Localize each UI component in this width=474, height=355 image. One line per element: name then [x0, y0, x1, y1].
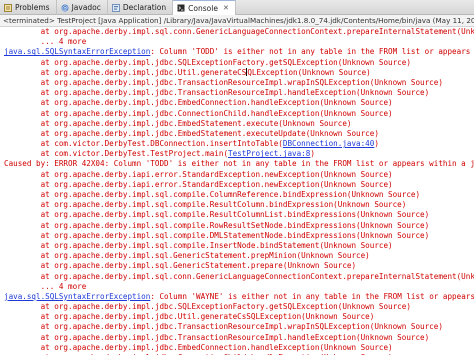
console-process-label: <terminated> TestProject [Java Applicati…	[0, 15, 474, 27]
console-text: at org.apache.derby.impl.sql.compile.Ins…	[4, 240, 393, 250]
console-text: : Column 'WAYNE' is either not in any ta…	[150, 291, 474, 301]
console-text: at org.apache.derby.impl.jdbc.EmbedState…	[4, 128, 379, 138]
console-line: at org.apache.derby.impl.jdbc.EmbedConne…	[0, 98, 474, 108]
console-output[interactable]: at org.apache.derby.impl.sql.conn.Generi…	[0, 27, 474, 355]
console-line: at org.apache.derby.iapi.error.StandardE…	[0, 170, 474, 180]
close-icon[interactable]: ✕	[223, 4, 229, 12]
console-text: at org.apache.derby.impl.sql.compile.Row…	[4, 220, 430, 230]
console-line: at org.apache.derby.impl.jdbc.Connection…	[0, 109, 474, 119]
console-text: Caused by: ERROR 42X04: Column 'TODD' is…	[4, 159, 474, 169]
console-text: at org.apache.derby.impl.jdbc.Connection…	[4, 108, 393, 118]
tab-javadoc-label: Javadoc	[71, 3, 101, 12]
console-text: at org.apache.derby.impl.jdbc.Transactio…	[4, 88, 430, 98]
console-line: at org.apache.derby.impl.sql.compile.Res…	[0, 200, 474, 210]
console-text: at org.apache.derby.impl.sql.compile.Col…	[4, 190, 421, 199]
console-line: at org.apache.derby.impl.sql.conn.Generi…	[0, 272, 474, 282]
console-line: at org.apache.derby.impl.sql.compile.Res…	[0, 210, 474, 220]
console-line: at org.apache.derby.impl.jdbc.Util.gener…	[0, 67, 474, 78]
console-icon	[177, 4, 185, 12]
console-text: : Column 'TODD' is either not in any tab…	[150, 47, 474, 57]
console-line: at org.apache.derby.impl.sql.conn.Generi…	[0, 27, 474, 37]
console-text: at org.apache.derby.impl.jdbc.SQLExcepti…	[4, 302, 411, 312]
stack-trace-link[interactable]: DBConnection.java:40	[283, 139, 374, 148]
console-line: at org.apache.derby.iapi.error.StandardE…	[0, 180, 474, 190]
console-text: at org.apache.derby.impl.sql.compile.Res…	[4, 200, 407, 210]
tab-problems-label: Problems	[15, 3, 50, 12]
console-text: at com.victor.DerbyTest.DBConnection.ins…	[4, 139, 283, 149]
console-text: at org.apache.derby.impl.jdbc.Transactio…	[4, 77, 443, 87]
stack-trace-link[interactable]: java.sql.SQLSyntaxErrorException	[4, 292, 150, 301]
console-line: at org.apache.derby.impl.jdbc.EmbedState…	[0, 119, 474, 129]
console-line: ... 4 more	[0, 282, 474, 292]
console-line: java.sql.SQLSyntaxErrorException: Column…	[0, 292, 474, 302]
view-tab-bar: Problems @ Javadoc Declaration Console ✕	[0, 0, 474, 15]
console-line: at com.victor.DerbyTest.DBConnection.ins…	[0, 139, 474, 149]
console-line: at org.apache.derby.impl.jdbc.Util.gener…	[0, 312, 474, 322]
console-text: at org.apache.derby.impl.jdbc.Util.gener…	[4, 67, 247, 77]
console-text: at org.apache.derby.iapi.error.StandardE…	[4, 179, 393, 189]
console-text: )	[310, 149, 315, 159]
console-line: at org.apache.derby.impl.jdbc.Transactio…	[0, 333, 474, 343]
console-text: at org.apache.derby.impl.sql.compile.Res…	[4, 210, 430, 220]
console-line: at com.victor.DerbyTest.TestProject.main…	[0, 149, 474, 159]
console-line: at org.apache.derby.impl.jdbc.SQLExcepti…	[0, 58, 474, 68]
console-line: java.sql.SQLSyntaxErrorException: Column…	[0, 47, 474, 57]
tab-problems[interactable]: Problems	[0, 0, 57, 15]
console-text: at org.apache.derby.impl.jdbc.Transactio…	[4, 332, 430, 342]
tab-console[interactable]: Console ✕	[173, 0, 236, 15]
console-line: at org.apache.derby.impl.jdbc.SQLExcepti…	[0, 302, 474, 312]
console-text: at org.apache.derby.impl.sql.conn.Generi…	[4, 271, 474, 281]
console-line: ... 4 more	[0, 37, 474, 47]
tab-console-label: Console	[188, 3, 218, 13]
console-line: at org.apache.derby.impl.jdbc.Transactio…	[0, 88, 474, 98]
tab-javadoc[interactable]: @ Javadoc	[57, 0, 108, 15]
console-text: QLException(Unknown Source)	[247, 67, 371, 77]
console-text: )	[374, 139, 379, 149]
console-text: at org.apache.derby.iapi.error.StandardE…	[4, 169, 393, 179]
console-text: at org.apache.derby.impl.jdbc.SQLExcepti…	[4, 57, 411, 67]
console-line: at org.apache.derby.impl.sql.compile.Ins…	[0, 241, 474, 251]
stack-trace-link[interactable]: TestProject.java:8	[228, 149, 310, 158]
console-text: at org.apache.derby.impl.sql.conn.Generi…	[4, 27, 474, 36]
console-text: at org.apache.derby.impl.sql.GenericStat…	[4, 261, 357, 271]
console-line: at org.apache.derby.impl.jdbc.Transactio…	[0, 78, 474, 88]
problems-icon	[4, 3, 12, 12]
console-line: at org.apache.derby.impl.sql.GenericStat…	[0, 261, 474, 271]
console-line: at org.apache.derby.impl.sql.compile.DML…	[0, 231, 474, 241]
console-text: at org.apache.derby.impl.sql.GenericStat…	[4, 251, 370, 261]
console-text: ... 4 more	[4, 37, 87, 47]
console-text: at org.apache.derby.impl.jdbc.EmbedState…	[4, 118, 352, 128]
console-line: at org.apache.derby.impl.jdbc.Transactio…	[0, 322, 474, 332]
stack-trace-link[interactable]: java.sql.SQLSyntaxErrorException	[4, 47, 150, 56]
console-line: Caused by: ERROR 42X04: Column 'TODD' is…	[0, 159, 474, 169]
console-text: at org.apache.derby.impl.jdbc.Util.gener…	[4, 312, 375, 322]
console-line: at org.apache.derby.impl.sql.compile.Row…	[0, 221, 474, 231]
tab-declaration-label: Declaration	[122, 3, 167, 12]
console-text: at org.apache.derby.impl.jdbc.EmbedConne…	[4, 342, 393, 352]
svg-text:@: @	[62, 5, 68, 12]
console-text: at com.victor.DerbyTest.TestProject.main…	[4, 149, 229, 159]
console-line: at org.apache.derby.impl.sql.GenericStat…	[0, 251, 474, 261]
console-line: at org.apache.derby.impl.jdbc.EmbedState…	[0, 129, 474, 139]
tab-declaration[interactable]: Declaration	[108, 0, 174, 15]
javadoc-icon: @	[61, 4, 69, 12]
declaration-icon	[112, 3, 120, 12]
console-text: at org.apache.derby.impl.jdbc.Transactio…	[4, 322, 443, 332]
console-text: at org.apache.derby.impl.jdbc.EmbedConne…	[4, 98, 393, 108]
console-text: ... 4 more	[4, 281, 87, 291]
console-line: at org.apache.derby.impl.jdbc.EmbedConne…	[0, 343, 474, 353]
console-line: at org.apache.derby.impl.sql.compile.Col…	[0, 190, 474, 200]
console-text: at org.apache.derby.impl.sql.compile.DML…	[4, 230, 430, 240]
